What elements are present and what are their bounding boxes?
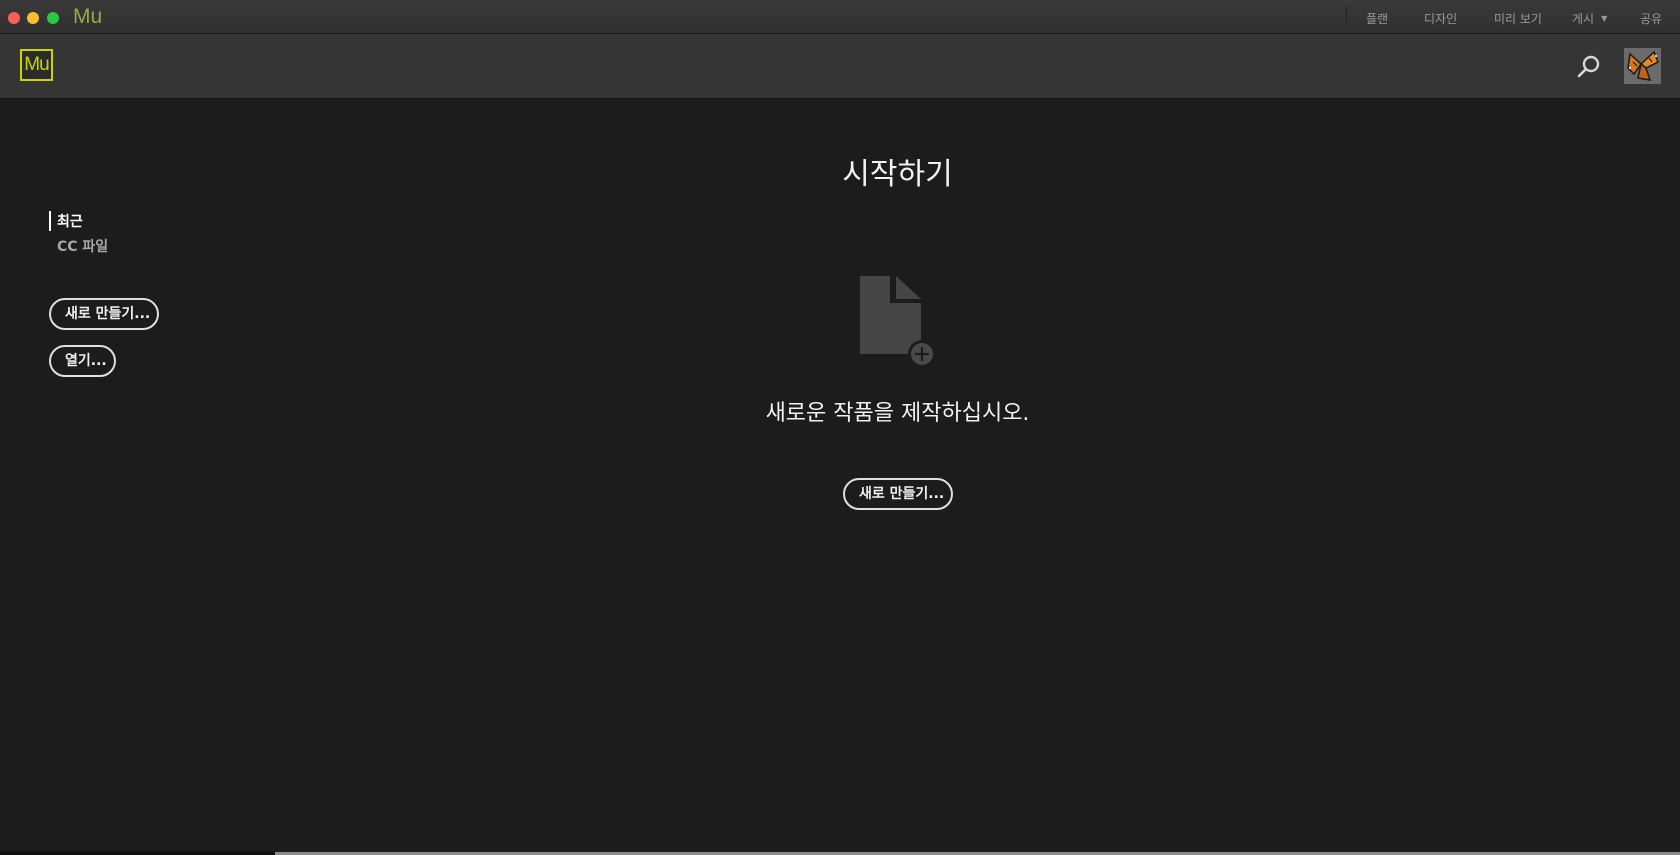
- muse-logo-icon: Mu: [20, 49, 53, 81]
- menu-design[interactable]: 디자인: [1424, 10, 1457, 27]
- menu-preview[interactable]: 미리 보기: [1494, 10, 1542, 27]
- sidebar-open-button[interactable]: 열기...: [49, 345, 116, 377]
- butterfly-icon: [1624, 48, 1661, 84]
- sidebar-item-recent[interactable]: 최근: [49, 211, 83, 231]
- chevron-down-icon: ▼: [1601, 14, 1608, 23]
- create-new-prompt: 새로운 작품을 제작하십시오.: [765, 401, 1030, 426]
- menu-separator: [1346, 6, 1347, 28]
- close-window-button[interactable]: [8, 12, 20, 24]
- main-content: 시작하기 새로운 작품을 제작하십시오. 새로 만들기...: [260, 99, 1680, 855]
- page-title: 시작하기: [842, 157, 953, 192]
- sidebar-item-cc-files[interactable]: CC 파일: [57, 236, 108, 256]
- menu-publish[interactable]: 게시 ▼: [1572, 10, 1607, 27]
- app-title: Mu: [73, 5, 103, 28]
- sidebar-new-button[interactable]: 새로 만들기...: [49, 298, 159, 330]
- user-avatar[interactable]: [1624, 48, 1661, 84]
- search-icon[interactable]: [1576, 54, 1602, 80]
- sidebar: 최근 CC 파일 새로 만들기... 열기...: [0, 99, 260, 855]
- new-document-icon: [860, 276, 936, 368]
- menu-share[interactable]: 공유: [1640, 10, 1662, 27]
- menu-publish-label: 게시: [1572, 12, 1595, 26]
- muse-window: Mu 플랜 디자인 미리 보기 게시 ▼ 공유 Mu 최근 CC 파일 새로 만…: [0, 0, 1680, 855]
- menu-plan[interactable]: 플랜: [1366, 10, 1388, 27]
- app-header: Mu: [0, 34, 1680, 99]
- title-bar: Mu 플랜 디자인 미리 보기 게시 ▼ 공유: [0, 0, 1680, 34]
- main-new-button[interactable]: 새로 만들기...: [843, 478, 953, 510]
- maximize-window-button[interactable]: [47, 12, 59, 24]
- minimize-window-button[interactable]: [27, 12, 39, 24]
